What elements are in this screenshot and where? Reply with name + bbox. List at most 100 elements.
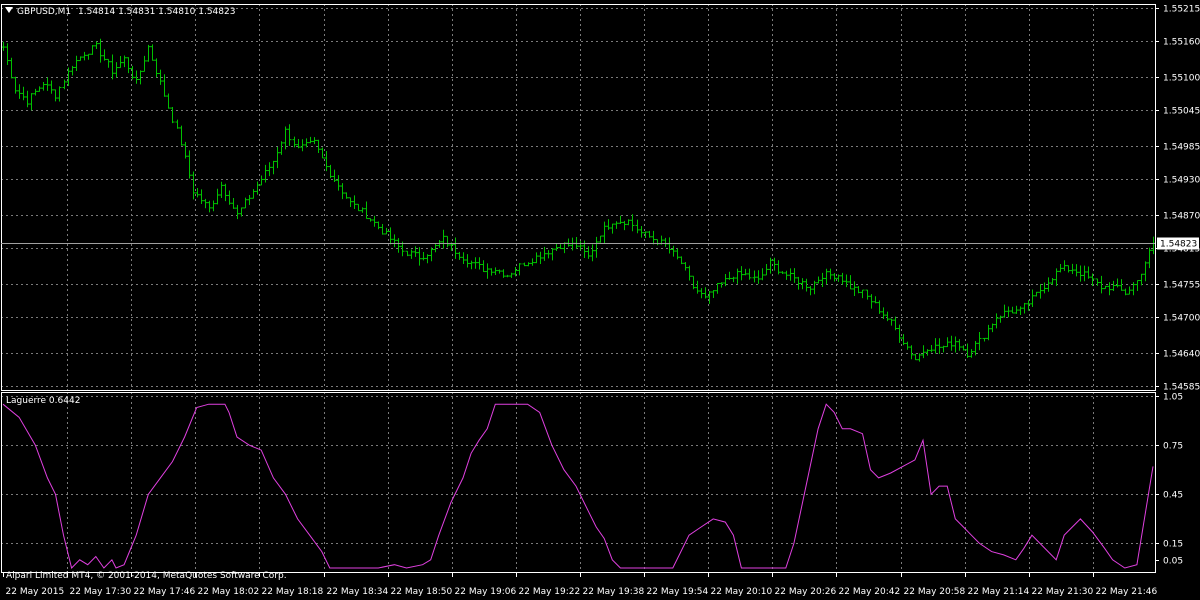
ohlc-bar: [352, 195, 357, 210]
ohlc-bar: [889, 318, 894, 326]
ohlc-bar: [647, 230, 652, 238]
ohlc-bar: [711, 290, 716, 298]
ohlc-bar: [292, 136, 297, 148]
ohlc-bar: [800, 278, 805, 290]
ohlc-bar: [227, 190, 232, 205]
ohlc-bar: [945, 337, 950, 348]
ohlc-bar: [166, 93, 171, 109]
ohlc-bar: [909, 345, 914, 360]
ohlc-bar: [921, 345, 926, 359]
ohlc-bar: [784, 270, 789, 280]
ohlc-bar: [663, 237, 668, 247]
ohlc-bar: [610, 223, 615, 234]
ohlc-bar: [929, 344, 934, 353]
ohlc-bar: [865, 289, 870, 300]
ohlc-bar: [179, 125, 184, 146]
ohlc-bar: [965, 343, 970, 358]
ohlc-bar: [191, 171, 196, 200]
ohlc-bar: [792, 268, 797, 283]
ohlc-bar: [320, 147, 325, 159]
y-axis-label: 0.45: [1163, 491, 1183, 501]
ohlc-bar: [873, 296, 878, 304]
ohlc-bar: [836, 274, 841, 282]
ohlc-bar: [441, 229, 446, 249]
ohlc-bar: [828, 268, 833, 280]
ohlc-bar: [211, 200, 216, 212]
ohlc-bar: [53, 89, 58, 102]
ohlc-bar: [651, 230, 656, 245]
ohlc-bar: [727, 271, 732, 280]
ohlc-bar: [982, 337, 987, 342]
ohlc-bar: [445, 235, 450, 248]
x-axis-label: 22 May 2015: [6, 587, 65, 597]
ohlc-bar: [542, 246, 547, 261]
triangle-down-icon[interactable]: [5, 7, 13, 13]
y-axis-label: 1.54640: [1163, 350, 1200, 360]
ohlc-bar: [142, 55, 147, 72]
ohlc-bar: [1022, 302, 1027, 314]
ohlc-bar: [356, 203, 361, 212]
y-axis-label: 1.54700: [1163, 314, 1200, 324]
ohlc-bar: [554, 243, 559, 251]
ohlc-bar: [630, 214, 635, 232]
ohlc-bar: [925, 349, 930, 356]
ohlc-bar: [550, 248, 555, 261]
ohlc-bar: [695, 280, 700, 294]
ohlc-bar: [901, 334, 906, 346]
ohlc-bar: [57, 86, 62, 102]
ohlc-bar: [405, 250, 410, 257]
ohlc-bar: [489, 268, 494, 276]
ohlc-bar: [707, 290, 712, 304]
ohlc-bar: [1014, 305, 1019, 314]
ohlc-bar: [998, 315, 1003, 323]
ohlc-bar: [1050, 277, 1055, 285]
x-axis-label: 22 May 20:58: [904, 587, 966, 597]
ohlc-bar: [344, 192, 349, 199]
ohlc-bar: [457, 251, 462, 260]
ohlc-bar: [271, 160, 276, 175]
y-axis-label: 1.54870: [1163, 212, 1200, 222]
y-axis-label: 1.55160: [1163, 38, 1200, 48]
ohlc-bar: [308, 136, 313, 144]
ohlc-bar: [29, 93, 34, 111]
ohlc-bar: [546, 250, 551, 259]
ohlc-bar: [639, 226, 644, 238]
ohlc-bar: [752, 270, 757, 283]
ohlc-bar: [215, 188, 220, 205]
ohlc-bar: [493, 267, 498, 275]
ohlc-bar: [1103, 285, 1108, 290]
ohlc-bar: [756, 270, 761, 284]
ohlc-bar: [856, 285, 861, 294]
x-axis-label: 22 May 21:30: [1032, 587, 1094, 597]
ohlc-bar: [885, 311, 890, 322]
ohlc-bar: [1010, 306, 1015, 314]
ohlc-bar: [86, 53, 91, 60]
ohlc-bar: [703, 287, 708, 299]
ohlc-bar: [986, 324, 991, 341]
ohlc-bar: [913, 353, 918, 361]
ohlc-bar: [384, 227, 389, 235]
ohlc-bar: [566, 238, 571, 247]
ohlc-readout: 1.54814 1.54831 1.54810 1.54823: [78, 7, 235, 17]
ohlc-bar: [1034, 291, 1039, 297]
ohlc-bar: [1107, 282, 1112, 296]
ohlc-bar: [1127, 286, 1132, 295]
ohlc-bar: [348, 197, 353, 208]
ohlc-bar: [1054, 268, 1059, 286]
ohlc-bar: [505, 274, 510, 278]
x-axis-label: 22 May 19:54: [647, 587, 709, 597]
ohlc-bar: [796, 276, 801, 290]
ohlc-bar: [231, 198, 236, 209]
y-axis-label: 1.05: [1163, 393, 1183, 403]
ohlc-bar: [154, 58, 159, 78]
ohlc-bar: [283, 126, 288, 150]
ohlc-bar: [187, 150, 192, 179]
ohlc-bar: [102, 49, 107, 61]
ohlc-bar: [74, 55, 79, 72]
current-price-label: 1.54823: [1160, 240, 1197, 250]
ohlc-bar: [768, 257, 773, 274]
y-axis-label: 1.54755: [1163, 281, 1200, 291]
ohlc-bar: [816, 276, 821, 284]
ohlc-bar: [126, 57, 131, 74]
ohlc-bar: [961, 345, 966, 351]
